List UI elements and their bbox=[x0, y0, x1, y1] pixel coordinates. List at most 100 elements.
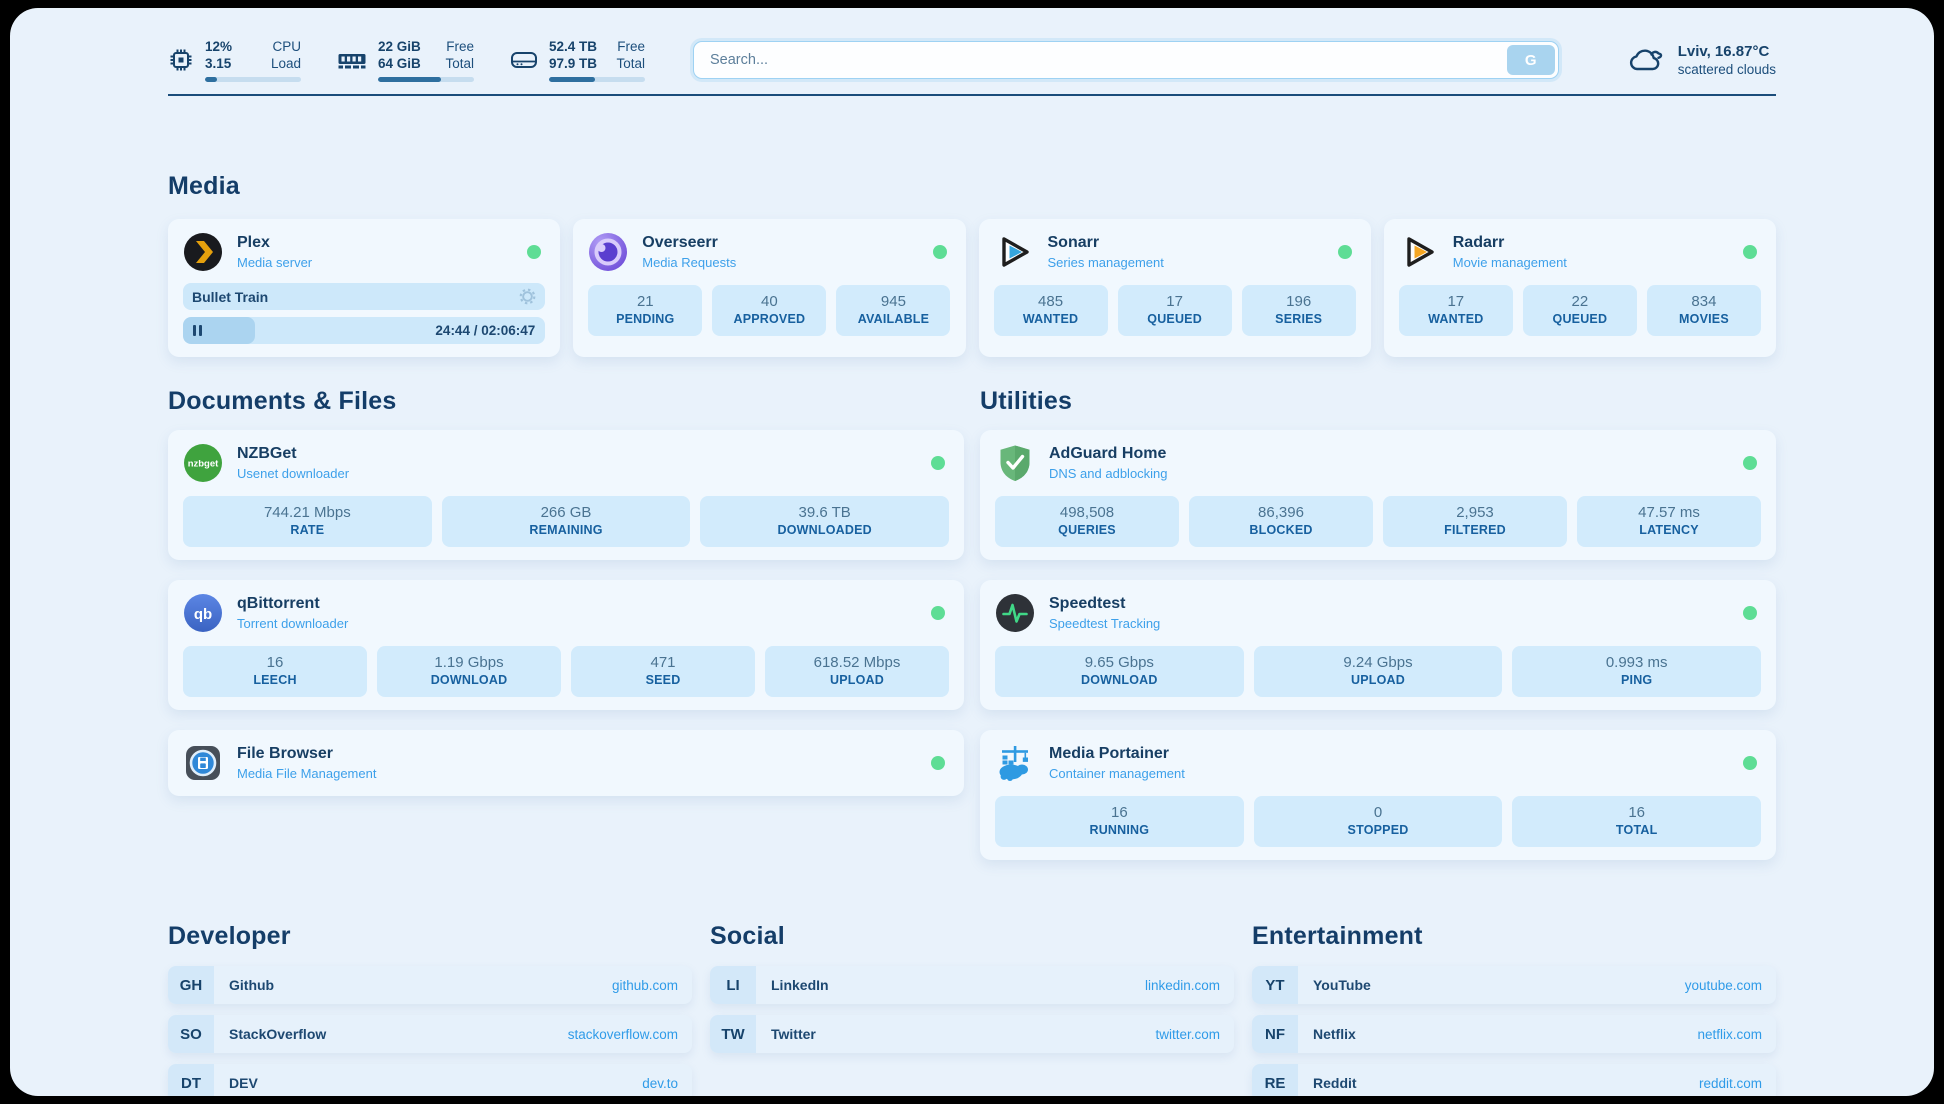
service-card-filebrowser[interactable]: File Browser Media File Management bbox=[168, 730, 964, 796]
service-card-sonarr[interactable]: Sonarr Series management 485 WANTED 17 Q… bbox=[979, 219, 1371, 357]
status-dot bbox=[931, 606, 945, 620]
bookmark-dev[interactable]: DT DEV dev.to bbox=[168, 1064, 692, 1096]
ram-free-value: 22 GiB bbox=[378, 38, 421, 55]
section-title-utilities: Utilities bbox=[980, 387, 1776, 416]
media-card-grid: Plex Media server Bullet Train 24 bbox=[168, 219, 1776, 357]
service-subtitle: Media File Management bbox=[237, 765, 917, 782]
search-engine-button[interactable]: G bbox=[1507, 45, 1555, 75]
bookmark-url[interactable]: dev.to bbox=[642, 1076, 678, 1091]
bookmark-name: Twitter bbox=[771, 1026, 1155, 1042]
stat-label: RUNNING bbox=[997, 822, 1242, 839]
status-dot bbox=[1743, 756, 1757, 770]
bookmark-url[interactable]: stackoverflow.com bbox=[568, 1027, 678, 1042]
service-card-radarr[interactable]: Radarr Movie management 17 WANTED 22 QUE… bbox=[1384, 219, 1776, 357]
gear-icon[interactable] bbox=[519, 288, 536, 305]
service-card-overseerr[interactable]: Overseerr Media Requests 21 PENDING 40 A… bbox=[573, 219, 965, 357]
bookmark-url[interactable]: netflix.com bbox=[1697, 1027, 1762, 1042]
weather-location-temp: Lviv, 16.87°C bbox=[1678, 42, 1776, 61]
ram-progress-fill bbox=[378, 77, 441, 82]
stat-value: 21 bbox=[590, 292, 700, 311]
stat-label: SEED bbox=[573, 672, 753, 689]
bookmark-stackoverflow[interactable]: SO StackOverflow stackoverflow.com bbox=[168, 1015, 692, 1053]
service-card-qbittorrent[interactable]: qb qBittorrent Torrent downloader 16 LEE… bbox=[168, 580, 964, 710]
stat-upload: 618.52 Mbps UPLOAD bbox=[765, 646, 949, 697]
stat-wanted: 17 WANTED bbox=[1399, 285, 1513, 336]
bookmark-url[interactable]: linkedin.com bbox=[1145, 978, 1220, 993]
stat-queued: 17 QUEUED bbox=[1118, 285, 1232, 336]
service-subtitle: Series management bbox=[1048, 254, 1324, 271]
status-dot bbox=[1743, 245, 1757, 259]
stat-value: 485 bbox=[996, 292, 1106, 311]
disk-label-top: Free bbox=[616, 38, 645, 55]
bookmark-column-entertainment: YT YouTube youtube.com NF Netflix netfli… bbox=[1252, 966, 1776, 1096]
stats-row: 498,508 QUERIES 86,396 BLOCKED 2,953 FIL… bbox=[995, 496, 1761, 547]
weather-condition: scattered clouds bbox=[1678, 61, 1776, 79]
stat-rate: 744.21 Mbps RATE bbox=[183, 496, 432, 547]
bookmark-linkedin[interactable]: LI LinkedIn linkedin.com bbox=[710, 966, 1234, 1004]
card-titles: Media Portainer Container management bbox=[1049, 744, 1729, 782]
radarr-icon bbox=[1399, 232, 1439, 272]
cpu-label-top: CPU bbox=[271, 38, 301, 55]
service-card-portainer[interactable]: Media Portainer Container management 16 … bbox=[980, 730, 1776, 860]
service-card-plex[interactable]: Plex Media server Bullet Train 24 bbox=[168, 219, 560, 357]
bookmark-reddit[interactable]: RE Reddit reddit.com bbox=[1252, 1064, 1776, 1096]
section-title-social: Social bbox=[710, 922, 1234, 951]
service-card-nzbget[interactable]: nzbget NZBGet Usenet downloader 744.21 M… bbox=[168, 430, 964, 560]
disk-label-bottom: Total bbox=[616, 55, 645, 72]
cpu-percent: 12% bbox=[205, 38, 232, 55]
stat-label: BLOCKED bbox=[1191, 522, 1371, 539]
stat-value: 945 bbox=[838, 292, 948, 311]
disk-icon bbox=[510, 48, 538, 72]
portainer-icon bbox=[995, 743, 1035, 783]
stat-latency: 47.57 ms LATENCY bbox=[1577, 496, 1761, 547]
search-input[interactable] bbox=[693, 41, 1559, 79]
section-title-media: Media bbox=[168, 172, 1776, 201]
stats-row: 16 LEECH 1.19 Gbps DOWNLOAD 471 SEED 618… bbox=[183, 646, 949, 697]
system-widgets: 12% 3.15 CPU Load bbox=[168, 38, 645, 82]
nzbget-icon: nzbget bbox=[183, 443, 223, 483]
bookmark-name: StackOverflow bbox=[229, 1026, 568, 1042]
service-subtitle: Container management bbox=[1049, 765, 1729, 782]
stat-label: TOTAL bbox=[1514, 822, 1759, 839]
stat-filtered: 2,953 FILTERED bbox=[1383, 496, 1567, 547]
svg-text:qb: qb bbox=[194, 606, 212, 623]
cpu-progress-track bbox=[205, 77, 301, 82]
stat-label: RATE bbox=[185, 522, 430, 539]
stat-total: 16 TOTAL bbox=[1512, 796, 1761, 847]
card-titles: AdGuard Home DNS and adblocking bbox=[1049, 444, 1729, 482]
stat-label: UPLOAD bbox=[1256, 672, 1501, 689]
service-card-speedtest[interactable]: Speedtest Speedtest Tracking 9.65 Gbps D… bbox=[980, 580, 1776, 710]
cloud-icon bbox=[1627, 45, 1665, 75]
stat-download: 9.65 Gbps DOWNLOAD bbox=[995, 646, 1244, 697]
status-dot bbox=[931, 756, 945, 770]
bookmark-url[interactable]: reddit.com bbox=[1699, 1076, 1762, 1091]
bookmark-netflix[interactable]: NF Netflix netflix.com bbox=[1252, 1015, 1776, 1053]
sonarr-icon bbox=[994, 232, 1034, 272]
bookmark-twitter[interactable]: TW Twitter twitter.com bbox=[710, 1015, 1234, 1053]
bookmark-name: LinkedIn bbox=[771, 977, 1145, 993]
stat-value: 471 bbox=[573, 653, 753, 672]
stat-label: DOWNLOAD bbox=[997, 672, 1242, 689]
stat-label: MOVIES bbox=[1649, 311, 1759, 328]
status-dot bbox=[1338, 245, 1352, 259]
status-dot bbox=[931, 456, 945, 470]
bookmark-abbr: GH bbox=[168, 966, 214, 1004]
ram-widget: 22 GiB 64 GiB Free Total bbox=[337, 38, 474, 82]
bookmark-github[interactable]: GH Github github.com bbox=[168, 966, 692, 1004]
stat-value: 0 bbox=[1256, 803, 1501, 822]
bookmark-abbr: RE bbox=[1252, 1064, 1298, 1096]
bookmark-abbr: LI bbox=[710, 966, 756, 1004]
overseerr-icon bbox=[588, 232, 628, 272]
bookmark-url[interactable]: twitter.com bbox=[1155, 1027, 1220, 1042]
stat-label: SERIES bbox=[1244, 311, 1354, 328]
bookmark-youtube[interactable]: YT YouTube youtube.com bbox=[1252, 966, 1776, 1004]
service-card-adguard[interactable]: AdGuard Home DNS and adblocking 498,508 … bbox=[980, 430, 1776, 560]
stat-label: LATENCY bbox=[1579, 522, 1759, 539]
plex-icon bbox=[183, 232, 223, 272]
qbittorrent-icon: qb bbox=[183, 593, 223, 633]
dashboard-panel: 12% 3.15 CPU Load bbox=[10, 8, 1934, 1096]
stat-running: 16 RUNNING bbox=[995, 796, 1244, 847]
bookmark-url[interactable]: github.com bbox=[612, 978, 678, 993]
bookmark-url[interactable]: youtube.com bbox=[1685, 978, 1762, 993]
stat-value: 196 bbox=[1244, 292, 1354, 311]
